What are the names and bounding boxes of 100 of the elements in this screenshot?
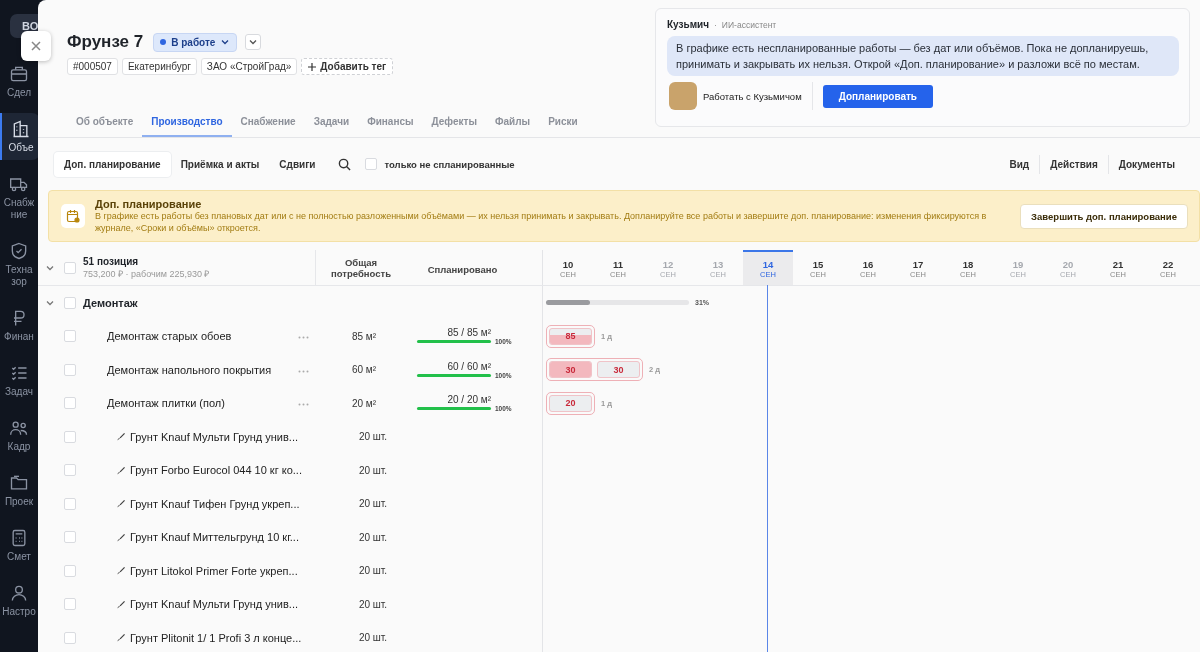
checkbox[interactable] — [64, 497, 76, 510]
need-cell-text: 20 шт. — [357, 531, 389, 543]
positions-count: 51 позиция — [83, 255, 140, 267]
checkbox[interactable] — [64, 397, 76, 410]
user-icon — [9, 583, 29, 603]
more-icon — [298, 336, 309, 340]
day-volume-chip[interactable]: 30 — [549, 361, 592, 379]
material-name: Грунт Litokol Primer Forte укреп... — [130, 564, 299, 577]
sidebar-item[interactable]: Снабж ние — [0, 168, 38, 227]
mode-tab[interactable]: Сдвиги — [269, 151, 326, 177]
column-header: Общая потребность — [330, 256, 392, 279]
more-dropdown-button[interactable] — [245, 34, 262, 50]
brush-icon — [116, 465, 125, 475]
folder-icon — [9, 473, 29, 493]
close-button[interactable] — [21, 31, 51, 61]
tag: #000507 — [67, 58, 118, 75]
tab[interactable]: Производство — [142, 110, 232, 137]
checkbox[interactable] — [64, 598, 76, 611]
work-with-assistant-button[interactable]: Работать с Кузьмичом — [667, 82, 813, 110]
menu-button[interactable]: Действия — [1039, 154, 1108, 174]
material-name: Грунт Forbo Eurocol 044 10 кг ко... — [130, 464, 303, 477]
calendar-icon — [66, 209, 80, 223]
briefcase-icon — [9, 64, 29, 84]
need-cell-text: 20 шт. — [357, 598, 389, 610]
banner-text: В графике есть работы без плановых дат или с не полностью разложенными объёмами — их нельзя принимать и закрывать. Допланируйте все работы и завершите доп. планирование: изменения фиксируются в журнале, «Сроки и объёмы» откроется. — [95, 210, 988, 234]
add-tag-button[interactable]: Добавить тег — [301, 58, 394, 75]
more-icon — [298, 403, 309, 407]
checkbox[interactable] — [64, 296, 76, 309]
checkbox[interactable] — [64, 261, 76, 274]
sidebar-item[interactable]: Настро — [0, 577, 38, 624]
checkbox[interactable] — [64, 430, 76, 443]
avatar-placeholder — [669, 82, 697, 110]
work-name: Демонтаж напольного покрытия — [107, 363, 272, 376]
material-name: Грунт Knauf Мульти Грунд унив... — [130, 430, 299, 443]
need-cell-text: 20 шт. — [357, 431, 389, 443]
close-icon — [30, 40, 42, 52]
material-name: Грунт Knauf Тифен Грунд укреп... — [130, 497, 301, 510]
menu-button[interactable]: Вид — [999, 154, 1040, 174]
object-title: Фрунзе 7 — [67, 32, 144, 52]
menu-button[interactable]: Документы — [1107, 154, 1185, 174]
assistant-message: В графике есть неспланированные работы — без дат или объёмов. Пока не допланируешь, принимать и закрывать их нельзя. Открой «Доп. планирование» и разложи всё по местам. — [667, 36, 1179, 76]
finish-planning-button[interactable]: Завершить доп. планирование — [1020, 203, 1188, 229]
brush-icon — [116, 566, 125, 576]
tag: Екатеринбург — [121, 58, 197, 75]
schedule-bar[interactable]: 30 30 — [546, 358, 643, 382]
replan-button[interactable]: Допланировать — [822, 84, 933, 108]
tab[interactable]: Задачи — [304, 110, 359, 137]
filter-label: только не спланированные — [384, 158, 515, 170]
need-cell-text: 20 м² — [350, 397, 378, 409]
checkbox[interactable] — [64, 464, 76, 477]
shield-icon — [9, 241, 29, 261]
positions-total: 753,200 ₽ · рабочим 225,930 ₽ — [83, 267, 211, 280]
assistant-name: Кузьмич — [667, 19, 709, 30]
sidebar-item[interactable]: Сдел — [0, 58, 38, 105]
work-name: Демонтаж плитки (пол) — [107, 397, 225, 410]
assistant-role: ИИ-ассистент — [721, 20, 777, 30]
checkbox[interactable] — [364, 158, 377, 170]
brush-icon — [116, 499, 125, 509]
sidebar-item[interactable]: Финан — [0, 302, 38, 349]
brush-icon — [116, 532, 125, 542]
material-name: Грунт Plitonit 1/ 1 Profi 3 л конце... — [130, 631, 303, 644]
need-cell-text: 85 м² — [350, 330, 378, 342]
material-name: Грунт Knauf Мульти Грунд унив... — [130, 598, 299, 611]
chevron-down-icon — [248, 37, 259, 47]
sidebar-item[interactable]: Задач — [0, 357, 38, 404]
tab[interactable]: Файлы — [486, 110, 540, 137]
sidebar-item[interactable]: Объе — [0, 113, 38, 160]
brush-icon — [116, 633, 125, 643]
sidebar-item[interactable]: Проек — [0, 467, 38, 514]
status-dropdown[interactable]: В работе — [153, 32, 238, 52]
checkbox[interactable] — [64, 564, 76, 577]
chevron-down-icon — [220, 37, 231, 47]
planned-amount: 60 / 60 м² — [446, 360, 491, 372]
tab[interactable]: Снабжение — [231, 110, 305, 137]
search-icon[interactable] — [337, 157, 351, 171]
checkbox[interactable] — [64, 330, 76, 343]
planned-amount: 20 / 20 м² — [446, 394, 491, 406]
checkbox[interactable] — [64, 631, 76, 644]
tab[interactable]: Об объекте — [67, 110, 143, 137]
brush-icon — [116, 432, 125, 442]
material-name: Грунт Knauf Миттельгрунд 10 кг... — [130, 531, 300, 544]
planned-amount: 85 / 85 м² — [446, 327, 491, 339]
banner-title: Доп. планирование — [95, 198, 203, 210]
column-header: Спланировано — [427, 263, 498, 275]
mode-tab[interactable]: Доп. планирование — [54, 151, 171, 177]
checkbox[interactable] — [64, 363, 76, 376]
sidebar-item[interactable]: Смет — [0, 522, 38, 569]
group-name: Демонтаж — [83, 296, 138, 309]
sidebar-item[interactable]: Техна зор — [0, 235, 38, 294]
need-cell-text: 20 шт. — [357, 565, 389, 577]
plus-icon — [308, 62, 317, 71]
checkbox[interactable] — [64, 531, 76, 544]
day-volume-chip[interactable]: 30 — [597, 361, 640, 379]
building-icon — [11, 119, 31, 139]
mode-tab[interactable]: Приёмка и акты — [170, 151, 270, 177]
need-cell-text: 20 шт. — [357, 498, 389, 510]
sidebar-item[interactable]: Кадр — [0, 412, 38, 459]
more-icon — [298, 369, 309, 373]
brush-icon — [116, 599, 125, 609]
separator: · — [714, 20, 717, 30]
